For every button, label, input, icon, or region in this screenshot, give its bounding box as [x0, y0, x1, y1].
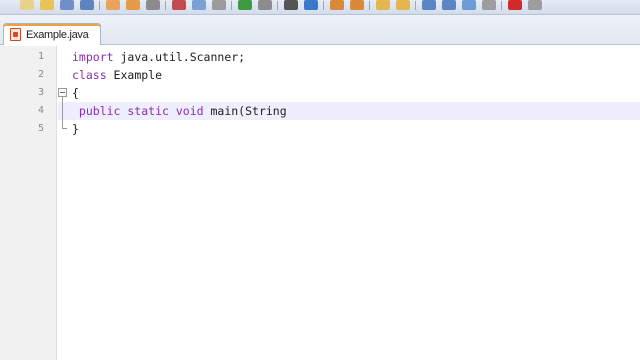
code-token: main(String [203, 104, 287, 118]
toolbar-separator [323, 1, 324, 10]
code-line[interactable]: { [72, 84, 79, 102]
toolbar-separator [415, 1, 416, 10]
code-editor[interactable]: 12345 import java.util.Scanner; class Exa… [0, 46, 640, 360]
function-list-icon[interactable] [482, 0, 496, 10]
keyword-token: public static void [72, 104, 204, 118]
line-number: 4 [37, 105, 44, 116]
code-token: java.util.Scanner; [113, 50, 246, 64]
stop-macro-icon[interactable] [528, 0, 542, 10]
fold-end-marker [62, 128, 67, 129]
paste-icon[interactable] [212, 0, 226, 10]
close-icon[interactable] [106, 0, 120, 10]
toolbar-separator [165, 1, 166, 10]
save-icon[interactable] [60, 0, 74, 10]
code-line[interactable]: public static void main(String [72, 102, 287, 120]
toolbar-separator [99, 1, 100, 10]
code-token: { [72, 86, 79, 100]
undo-icon[interactable] [238, 0, 252, 10]
toolbar-separator [277, 1, 278, 10]
zoom-in-icon[interactable] [330, 0, 344, 10]
new-file-icon[interactable] [20, 0, 34, 10]
replace-icon[interactable] [304, 0, 318, 10]
tab-label: Example.java [26, 28, 89, 41]
code-token: Example [106, 68, 163, 82]
sync-view-icon[interactable] [396, 0, 410, 10]
toolbar [0, 0, 640, 15]
keyword-token: import [72, 50, 114, 64]
toolbar-separator [231, 1, 232, 10]
indent-guide-icon[interactable] [442, 0, 456, 10]
tab-strip: Example.java [0, 15, 640, 45]
fold-guide-line [62, 97, 63, 129]
zoom-out-icon[interactable] [350, 0, 364, 10]
copy-icon[interactable] [192, 0, 206, 10]
line-number: 3 [37, 87, 44, 98]
keyword-token: class [72, 68, 107, 82]
doc-map-icon[interactable] [462, 0, 476, 10]
redo-icon[interactable] [258, 0, 272, 10]
line-number-gutter: 1 2 3 4 5 [0, 46, 57, 360]
find-icon[interactable] [284, 0, 298, 10]
print-icon[interactable] [146, 0, 160, 10]
line-number: 1 [37, 51, 44, 62]
save-all-icon[interactable] [80, 0, 94, 10]
sync-scroll-icon[interactable] [376, 0, 390, 10]
fold-collapse-icon[interactable] [58, 88, 67, 97]
code-token: } [72, 122, 79, 136]
record-macro-icon[interactable] [508, 0, 522, 10]
tab-example-java[interactable]: Example.java [3, 23, 101, 45]
toolbar-separator [369, 1, 370, 10]
code-line[interactable]: } [72, 120, 79, 138]
close-all-icon[interactable] [126, 0, 140, 10]
line-number: 2 [37, 69, 44, 80]
toolbar-separator [501, 1, 502, 10]
line-number: 5 [37, 123, 44, 134]
java-file-icon [10, 28, 21, 41]
cut-icon[interactable] [172, 0, 186, 10]
code-line[interactable]: import java.util.Scanner; [72, 48, 245, 66]
code-line[interactable]: class Example [72, 66, 162, 84]
open-folder-icon[interactable] [40, 0, 54, 10]
word-wrap-icon[interactable] [422, 0, 436, 10]
